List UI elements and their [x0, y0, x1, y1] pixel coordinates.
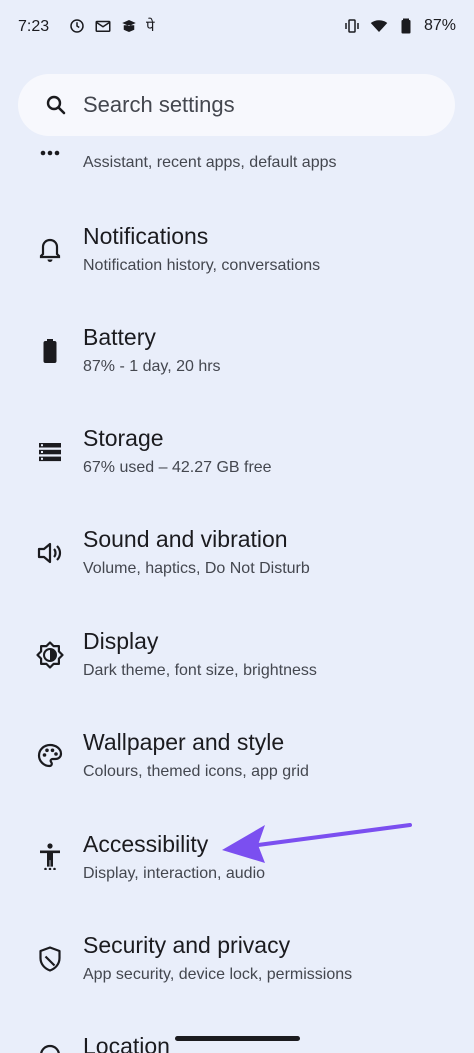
settings-item-sound[interactable]: Sound and vibration Volume, haptics, Do …	[0, 515, 474, 616]
settings-item-subtitle: Notification history, conversations	[83, 257, 321, 274]
location-icon	[36, 1044, 64, 1053]
settings-item-security[interactable]: Security and privacy App security, devic…	[0, 921, 474, 1022]
settings-item-wallpaper[interactable]: Wallpaper and style Colours, themed icon…	[0, 718, 474, 819]
settings-item-title: Security and privacy	[83, 932, 291, 958]
settings-item-subtitle: Dark theme, font size, brightness	[83, 662, 317, 679]
accessibility-icon	[36, 842, 64, 871]
settings-item-battery[interactable]: Battery 87% - 1 day, 20 hrs	[0, 313, 474, 414]
settings-item-title: Sound and vibration	[83, 526, 288, 552]
volume-icon	[36, 539, 64, 567]
bell-icon	[36, 236, 64, 264]
settings-item-storage[interactable]: Storage 67% used – 42.27 GB free	[0, 414, 474, 515]
settings-item-notifications[interactable]: Notifications Notification history, conv…	[0, 212, 474, 313]
settings-item-title: Accessibility	[83, 831, 209, 857]
settings-item-subtitle: App security, device lock, permissions	[83, 966, 353, 983]
settings-item-title: Location	[83, 1033, 170, 1053]
settings-item-title: Wallpaper and style	[83, 729, 285, 755]
settings-item-title: Battery	[83, 324, 156, 350]
gesture-nav-bar[interactable]	[175, 1036, 300, 1041]
settings-item-apps[interactable]: Assistant, recent apps, default apps	[0, 128, 474, 188]
settings-item-subtitle: Assistant, recent apps, default apps	[83, 154, 337, 171]
settings-list: Assistant, recent apps, default apps Not…	[0, 0, 474, 1053]
settings-item-subtitle: 87% - 1 day, 20 hrs	[83, 358, 221, 375]
battery-icon	[36, 337, 64, 365]
settings-item-title: Storage	[83, 425, 164, 451]
brightness-icon	[36, 641, 64, 669]
settings-item-subtitle: Colours, themed icons, app grid	[83, 763, 309, 780]
settings-item-subtitle: 67% used – 42.27 GB free	[83, 459, 272, 476]
settings-screen: 7:23 पे 87% Search settings Assistant, r…	[0, 0, 474, 1053]
settings-item-title: Display	[83, 628, 159, 654]
palette-icon	[36, 742, 64, 770]
more-horiz-icon	[36, 143, 64, 171]
storage-icon	[36, 438, 64, 466]
shield-icon	[36, 945, 64, 973]
arrow-annotation	[222, 823, 412, 863]
settings-item-subtitle: Volume, haptics, Do Not Disturb	[83, 560, 310, 577]
settings-item-display[interactable]: Display Dark theme, font size, brightnes…	[0, 617, 474, 718]
settings-item-title: Notifications	[83, 223, 209, 249]
